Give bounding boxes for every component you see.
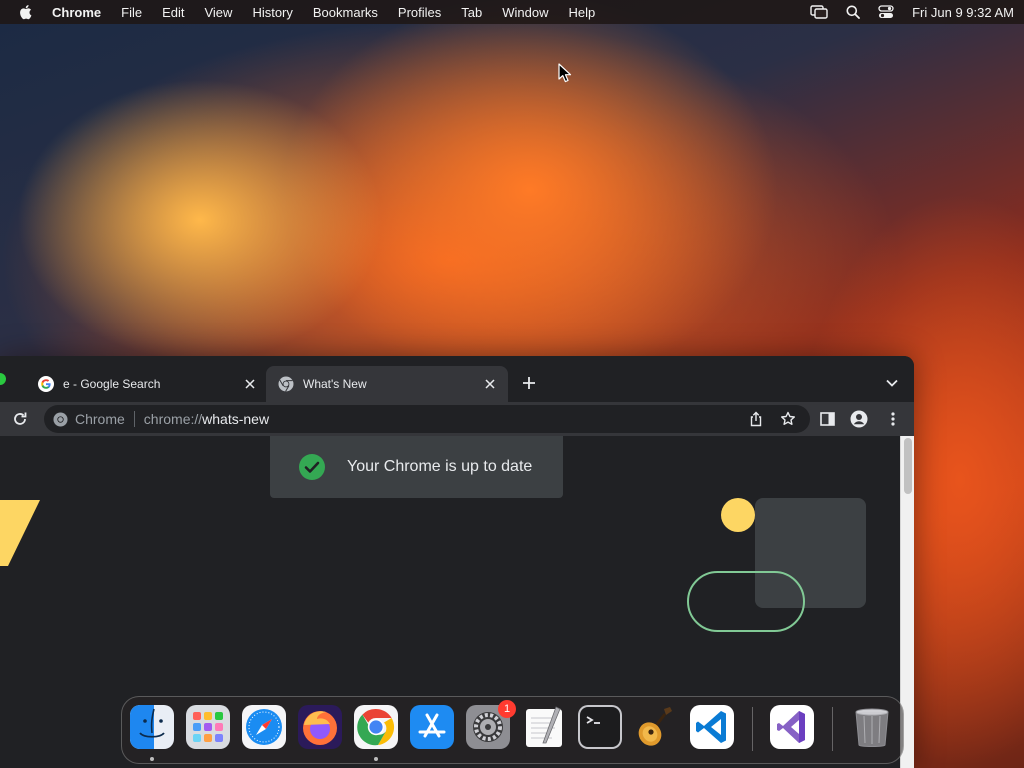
chevron-down-icon [886, 379, 898, 387]
tab-google-search[interactable]: e - Google Search [26, 366, 268, 402]
decorative-illustration [687, 498, 866, 632]
share-icon[interactable] [748, 411, 764, 427]
tab-close-icon[interactable] [482, 376, 498, 392]
dock-system-settings[interactable]: 1 [466, 700, 516, 749]
visual-studio-icon [770, 705, 814, 749]
chrome-icon [278, 376, 294, 392]
menu-app-name[interactable]: Chrome [52, 5, 101, 20]
url-host: whats-new [202, 411, 270, 427]
window-zoom-button[interactable] [0, 373, 6, 385]
safari-icon [242, 705, 286, 749]
site-chip-label[interactable]: Chrome [75, 411, 125, 427]
vscode-icon [690, 705, 734, 749]
control-center-icon[interactable] [878, 5, 894, 19]
menu-tab[interactable]: Tab [461, 5, 482, 20]
menu-window[interactable]: Window [502, 5, 548, 20]
plus-icon [523, 377, 535, 389]
new-tab-button[interactable] [518, 372, 540, 394]
menu-bar: Chrome File Edit View History Bookmarks … [0, 0, 1024, 24]
profile-button[interactable] [850, 410, 868, 428]
bookmark-star-icon[interactable] [780, 411, 796, 427]
dock-firefox[interactable] [298, 705, 342, 749]
dock-google-chrome[interactable] [354, 705, 398, 749]
chrome-icon [53, 411, 68, 427]
dock-textedit[interactable] [522, 705, 566, 749]
more-vert-icon [891, 412, 895, 426]
address-bar[interactable]: Chrome chrome://whats-new [44, 405, 810, 433]
menu-file[interactable]: File [121, 5, 142, 20]
reload-icon [14, 412, 27, 425]
menu-view[interactable]: View [204, 5, 232, 20]
side-panel-button[interactable] [818, 410, 836, 428]
menu-profiles[interactable]: Profiles [398, 5, 441, 20]
side-panel-icon [819, 412, 835, 426]
app-store-icon [410, 705, 454, 749]
tab-strip: e - Google Search What's New [0, 356, 914, 402]
dock-safari[interactable] [242, 705, 286, 749]
menu-history[interactable]: History [252, 5, 292, 20]
dock-garageband[interactable] [634, 705, 678, 749]
tab-close-icon[interactable] [242, 376, 258, 392]
dock-terminal[interactable] [578, 705, 622, 749]
google-icon [38, 376, 54, 392]
dock-separator [752, 707, 753, 751]
apple-icon[interactable] [18, 4, 32, 20]
reload-button[interactable] [8, 407, 32, 431]
spotlight-search-icon[interactable] [846, 5, 861, 19]
launchpad-icon [186, 705, 230, 749]
tab-whats-new[interactable]: What's New [266, 366, 508, 402]
running-indicator [150, 757, 154, 761]
notification-badge: 1 [498, 700, 516, 718]
profile-avatar-icon [850, 410, 868, 428]
browser-toolbar: Chrome chrome://whats-new [0, 402, 914, 436]
dock-finder[interactable] [130, 705, 174, 749]
dock-separator [832, 707, 833, 751]
textedit-icon [526, 706, 562, 747]
decorative-yellow-shape [0, 500, 40, 566]
menu-bookmarks[interactable]: Bookmarks [313, 5, 378, 20]
dock: 1 [121, 696, 904, 764]
running-indicator [374, 757, 378, 761]
screen-mirroring-icon[interactable] [810, 5, 828, 19]
url-scheme: chrome:// [143, 411, 203, 427]
tab-title: e - Google Search [63, 377, 161, 391]
finder-icon [130, 705, 174, 749]
menu-edit[interactable]: Edit [162, 5, 184, 20]
terminal-icon [578, 705, 622, 749]
dock-app-store[interactable] [410, 705, 454, 749]
update-toast: Your Chrome is up to date [270, 436, 563, 498]
firefox-icon [298, 705, 342, 749]
trash-icon [855, 708, 889, 747]
check-circle-icon [299, 454, 325, 480]
guitar-icon [638, 707, 672, 746]
tab-title: What's New [303, 377, 367, 391]
menu-help[interactable]: Help [569, 5, 596, 20]
dock-trash[interactable] [850, 705, 894, 749]
scrollbar-thumb[interactable] [904, 438, 912, 494]
dock-visual-studio[interactable] [770, 705, 814, 749]
dock-visual-studio-code[interactable] [690, 705, 734, 749]
tab-search-button[interactable] [880, 372, 904, 394]
google-chrome-icon [354, 705, 398, 749]
omnibox-divider [133, 411, 135, 427]
dock-launchpad[interactable] [186, 705, 230, 749]
menu-clock[interactable]: Fri Jun 9 9:32 AM [912, 5, 1014, 20]
chrome-menu-button[interactable] [884, 410, 902, 428]
toast-message: Your Chrome is up to date [347, 458, 533, 475]
mouse-pointer-icon [558, 63, 572, 83]
